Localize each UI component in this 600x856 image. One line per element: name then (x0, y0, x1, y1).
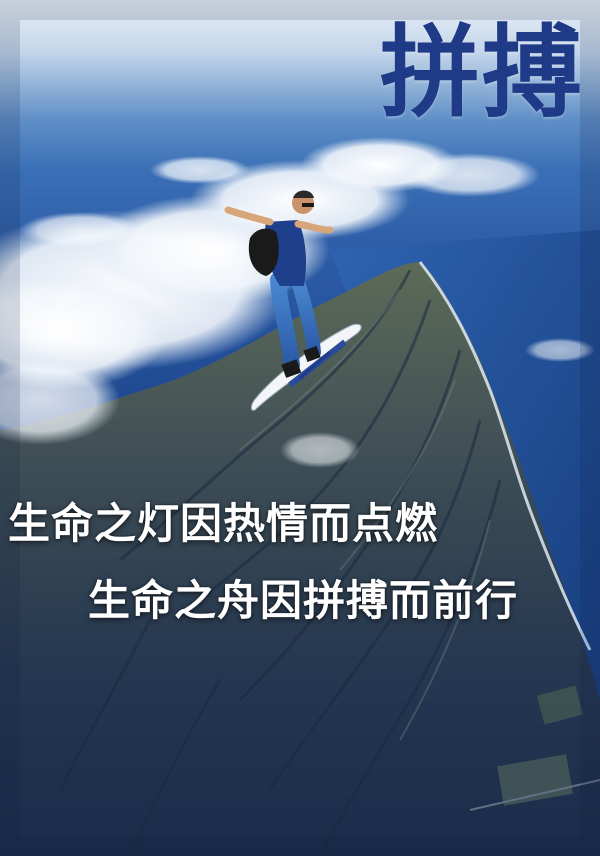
slogan-line-2: 生命之舟因拼搏而前行 (88, 576, 519, 625)
poster: 拼搏 生命之灯因热情而点燃 生命之舟因拼搏而前行 (0, 0, 600, 856)
poster-title: 拼搏 (380, 13, 584, 131)
slogan-line-1: 生命之灯因热情而点燃 (8, 499, 439, 548)
